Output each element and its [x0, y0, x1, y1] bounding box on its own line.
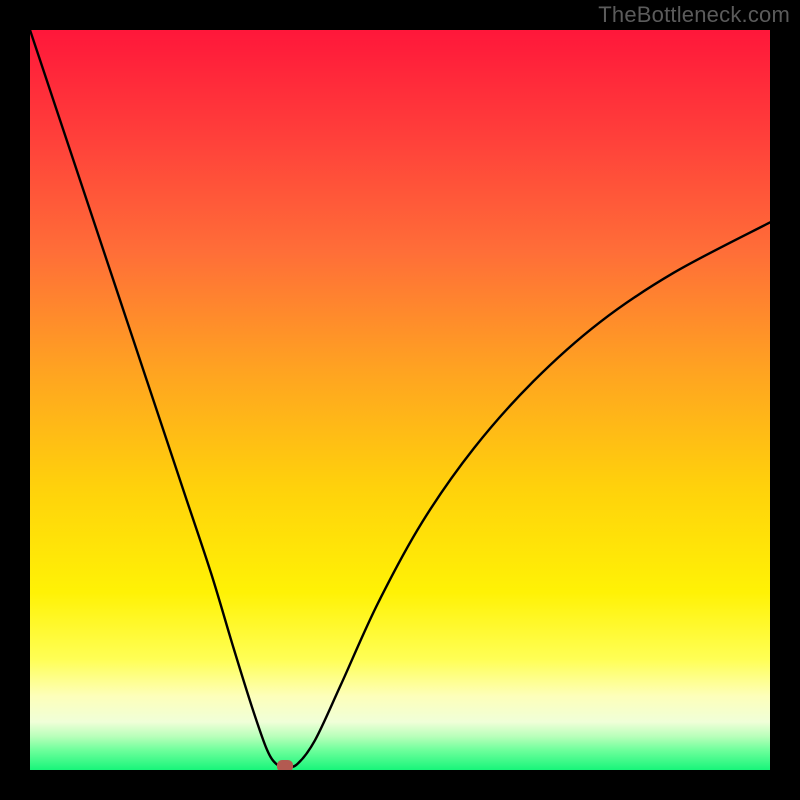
plot-area — [30, 30, 770, 770]
bottleneck-curve — [30, 30, 770, 767]
optimum-marker — [277, 760, 293, 770]
watermark-text: TheBottleneck.com — [598, 2, 790, 28]
chart-frame: TheBottleneck.com — [0, 0, 800, 800]
curve-layer — [30, 30, 770, 770]
